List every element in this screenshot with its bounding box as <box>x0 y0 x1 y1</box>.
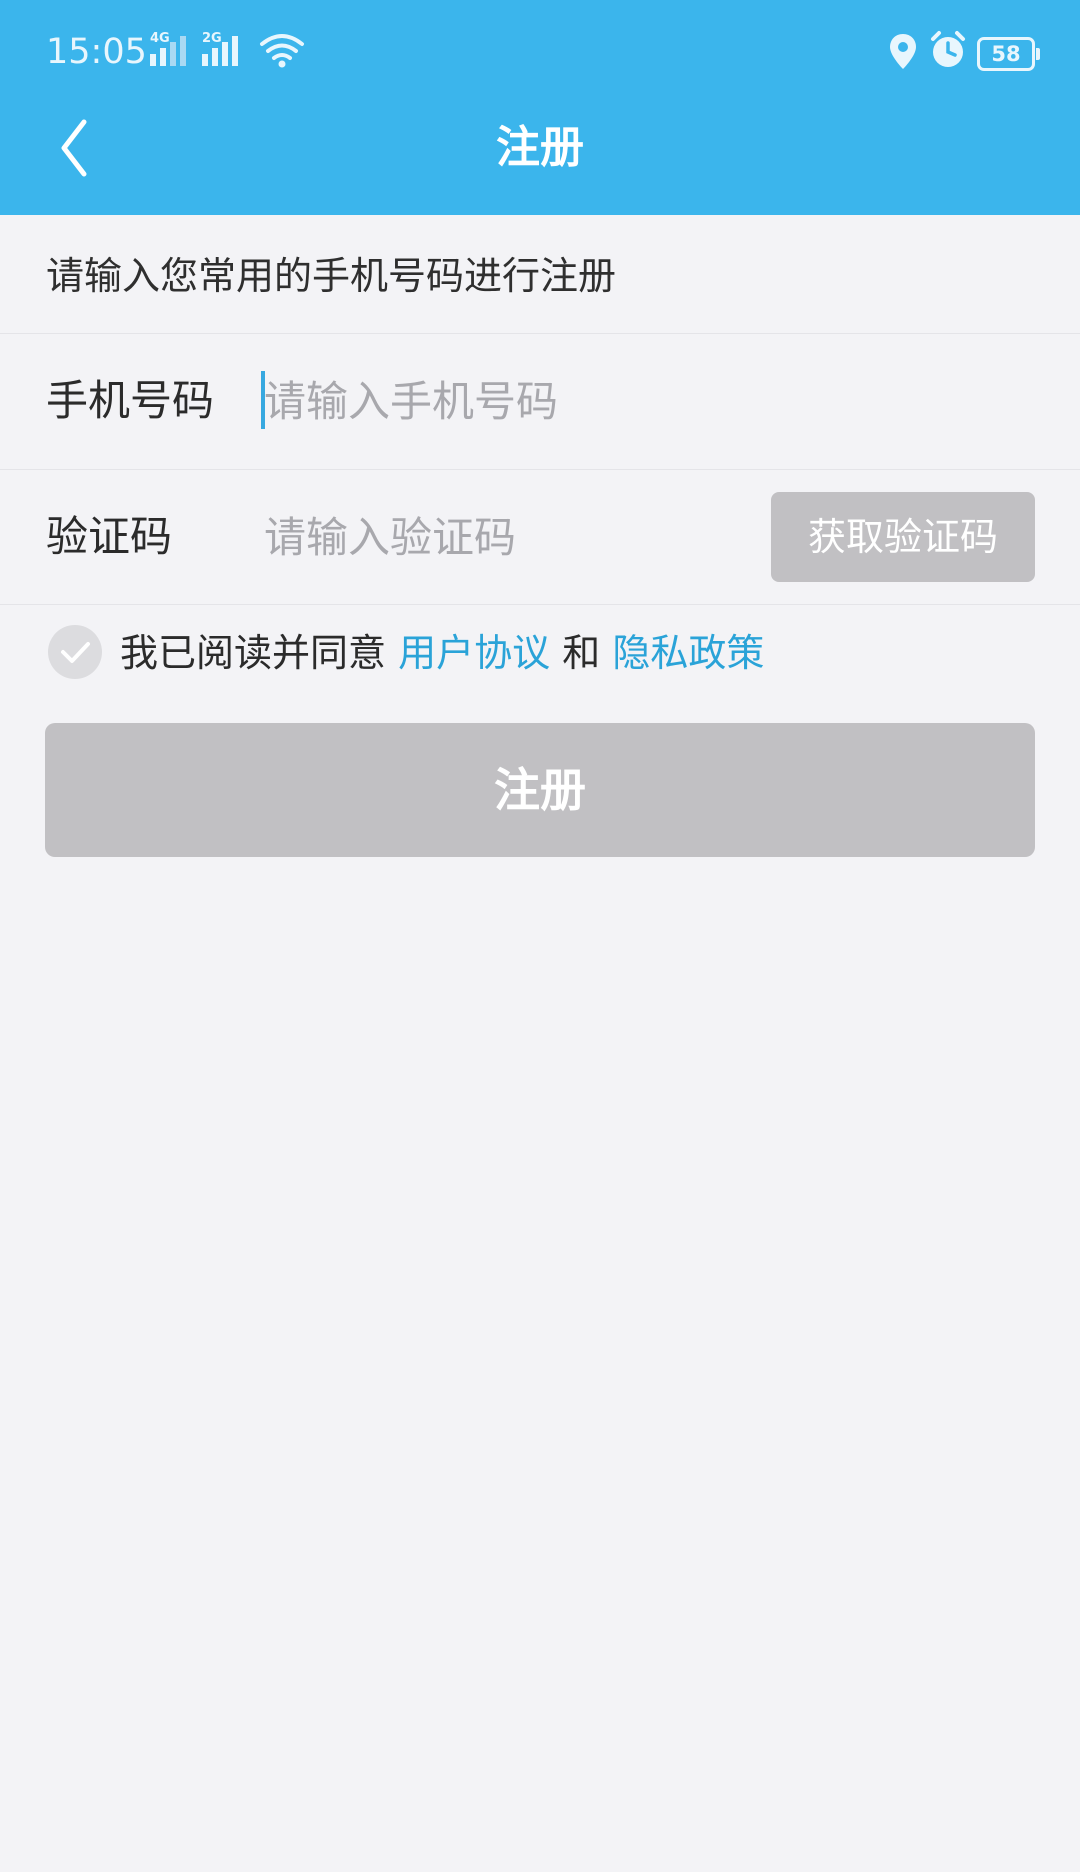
user-agreement-link[interactable]: 用户协议 <box>398 631 550 675</box>
divider <box>0 469 1080 470</box>
text-caret <box>261 371 265 429</box>
agreement-and: 和 <box>562 631 601 675</box>
agreement-prefix: 我已阅读并同意 <box>120 631 387 675</box>
phone-input[interactable] <box>264 371 1024 431</box>
divider <box>0 604 1080 605</box>
wifi-icon <box>258 30 306 74</box>
location-icon <box>888 32 918 76</box>
phone-label: 手机号码 <box>46 376 215 425</box>
register-button[interactable]: 注册 <box>45 723 1035 857</box>
privacy-policy-link[interactable]: 隐私政策 <box>612 631 764 675</box>
code-label: 验证码 <box>46 512 173 561</box>
battery-icon: 58 <box>977 37 1040 71</box>
signal-4g-label: 4G <box>150 31 170 46</box>
page-title: 注册 <box>496 122 584 173</box>
get-code-button[interactable]: 获取验证码 <box>771 492 1035 582</box>
check-icon <box>61 642 90 663</box>
divider <box>0 333 1080 334</box>
agreement-checkbox[interactable] <box>48 625 102 679</box>
status-bar: 15:05 4G 2G 58 <box>0 0 1080 100</box>
intro-text: 请输入您常用的手机号码进行注册 <box>46 254 617 298</box>
alarm-icon <box>928 30 968 74</box>
signal-4g-icon: 4G <box>148 30 194 74</box>
app-header: 15:05 4G 2G 58 注册 <box>0 0 1080 215</box>
verification-code-input[interactable] <box>264 507 744 567</box>
status-time: 15:05 <box>46 32 147 72</box>
signal-2g-label: 2G <box>202 31 222 46</box>
signal-2g-icon: 2G <box>200 30 250 74</box>
agreement-text: 我已阅读并同意 用户协议 和 隐私政策 <box>120 624 764 682</box>
